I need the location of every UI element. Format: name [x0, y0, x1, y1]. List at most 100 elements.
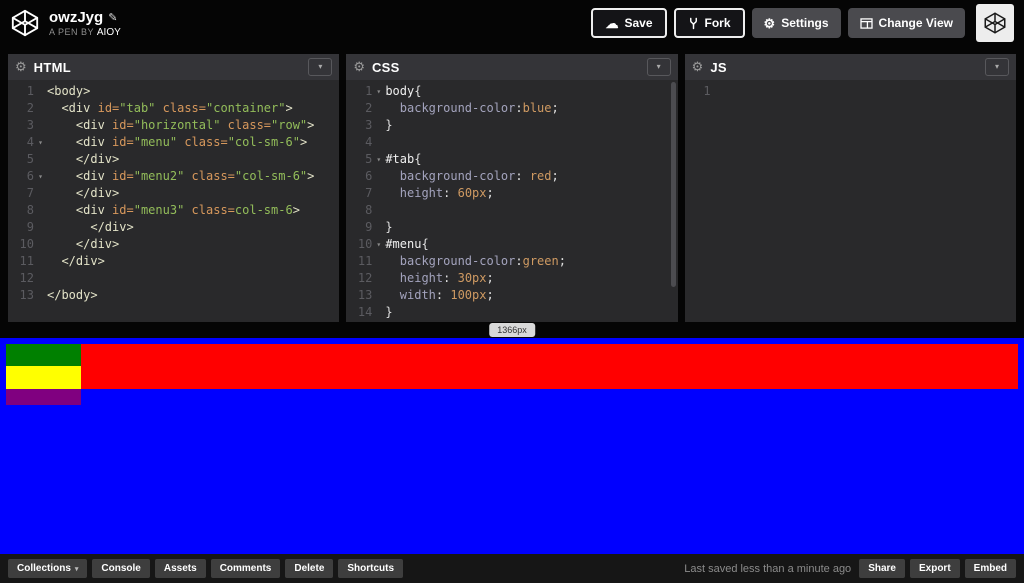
- code-text: </div>: [61, 254, 105, 268]
- line-number: 1: [26, 84, 34, 98]
- code-text: </div>: [75, 237, 120, 251]
- code-text: </div>: [90, 220, 134, 234]
- preview-width-badge: 1366px: [489, 323, 535, 337]
- code-text: <body>: [47, 84, 91, 98]
- edit-title-pencil-icon[interactable]: ✎: [108, 11, 117, 24]
- editor-resize-divider[interactable]: 1366px: [0, 322, 1024, 338]
- code-text: <div id="menu" class="col-sm-6">: [75, 135, 308, 149]
- pen-title: owzJyg: [49, 8, 104, 26]
- gear-icon[interactable]: ⚙: [692, 59, 704, 75]
- layout-view-icon: [859, 17, 873, 29]
- line-number: 14: [357, 305, 373, 319]
- code-line: 7 height: 60px;: [346, 185, 677, 202]
- save-button-label: Save: [624, 16, 653, 30]
- editor-collapse-button[interactable]: ▾: [646, 58, 671, 76]
- footer-bar: Collections ▾ Console Assets Comments Delete S…: [0, 554, 1024, 583]
- line-number: 2: [365, 101, 373, 115]
- footer-button-assets[interactable]: Assets: [154, 559, 206, 578]
- editor-header-css: ⚙ CSS ▾: [346, 54, 678, 80]
- code-line: 1 <body>: [8, 83, 339, 100]
- codepen-cube-icon: [984, 12, 1006, 34]
- code-line: 11 background-color:green;: [346, 253, 677, 270]
- codepen-logo[interactable]: [10, 8, 40, 38]
- change-view-button-label: Change View: [878, 16, 953, 30]
- code-line: 1: [685, 83, 1016, 100]
- code-editor-css[interactable]: 1 ▾ body{2 background-color:blue; 3} 4 5 ▾ #tab…: [346, 80, 677, 322]
- code-text: }: [385, 305, 393, 319]
- fold-arrow-icon[interactable]: ▾: [372, 83, 385, 100]
- footer-button-share[interactable]: Share: [859, 559, 905, 578]
- fold-arrow-icon[interactable]: ▾: [34, 168, 47, 185]
- fold-arrow-icon[interactable]: ▾: [372, 236, 385, 253]
- code-line: 7 </div>: [8, 185, 339, 202]
- footer-button-shortcuts[interactable]: Shortcuts: [338, 559, 404, 578]
- code-line: 13 width: 100px;: [346, 287, 677, 304]
- code-line: 5 </div>: [8, 151, 339, 168]
- footer-button-embed[interactable]: Embed: [964, 559, 1016, 578]
- fold-arrow-icon[interactable]: ▾: [34, 134, 47, 151]
- line-number: 10: [19, 237, 34, 251]
- code-line: 2 background-color:blue;: [346, 100, 677, 117]
- gear-icon[interactable]: ⚙: [15, 59, 27, 75]
- code-line: 13 </body>: [8, 287, 339, 304]
- editor-collapse-button[interactable]: ▾: [984, 58, 1009, 76]
- footer-button-delete[interactable]: Delete: [285, 559, 334, 578]
- code-line: 8: [346, 202, 677, 219]
- preview-tab-bar: [6, 344, 1018, 389]
- editor-collapse-button[interactable]: ▾: [308, 58, 333, 76]
- line-number: 4: [365, 135, 373, 149]
- code-line: 10 ▾ #menu{: [346, 236, 677, 253]
- code-line: 14}: [346, 304, 677, 321]
- pen-title-block: owzJyg ✎ A PEN BY Aioy: [49, 9, 121, 38]
- code-line: 11 </div>: [8, 253, 339, 270]
- code-text: #tab{: [385, 152, 422, 166]
- line-number: 1: [365, 84, 373, 98]
- preview-menu-3: [6, 389, 81, 405]
- footer-button-export[interactable]: Export: [909, 559, 960, 578]
- settings-button[interactable]: ⚙ Settings: [751, 8, 841, 38]
- editor-panel-html: ⚙ HTML ▾ 1 <body> 2 <div id="tab" class="cont…: [8, 54, 340, 322]
- line-number: 6: [365, 169, 373, 183]
- editor-panel-css: ⚙ CSS ▾ 1 ▾ body{2 background-color:blue; 3} 4 5…: [346, 54, 678, 322]
- editor-scrollbar[interactable]: [670, 82, 676, 287]
- line-number: 4: [26, 135, 34, 149]
- footer-button-console[interactable]: Console: [92, 559, 150, 578]
- line-number: 2: [26, 101, 34, 115]
- footer-button-collections[interactable]: Collections ▾: [8, 559, 88, 578]
- code-text: background-color:blue;: [399, 101, 559, 115]
- cloud-icon: ☁: [605, 15, 619, 31]
- fold-arrow-icon[interactable]: ▾: [372, 151, 385, 168]
- code-line: 12: [8, 270, 339, 287]
- gear-icon[interactable]: ⚙: [353, 59, 365, 75]
- save-button[interactable]: ☁ Save: [591, 8, 667, 38]
- code-text: </body>: [47, 288, 98, 302]
- code-line: 2 <div id="tab" class="container">: [8, 100, 339, 117]
- code-editor-html[interactable]: 1 <body> 2 <div id="tab" class="container"…: [8, 80, 339, 322]
- editor-title-html: HTML: [33, 59, 71, 75]
- editor-panel-js: ⚙ JS ▾ 1: [684, 54, 1016, 322]
- code-text: <div id="horizontal" class="row">: [75, 118, 315, 132]
- editor-title-js: JS: [710, 59, 727, 75]
- line-number: 12: [357, 271, 373, 285]
- author-name[interactable]: Aioy: [97, 27, 121, 38]
- preview-body: [0, 338, 1024, 554]
- fork-button[interactable]: Fork: [673, 8, 745, 38]
- code-line: 9 </div>: [8, 219, 339, 236]
- codepen-app: owzJyg ✎ A PEN BY Aioy ☁ Save: [0, 0, 1024, 583]
- codepen-logo-button[interactable]: [976, 4, 1014, 42]
- line-number: 3: [26, 118, 34, 132]
- line-number: 7: [365, 186, 373, 200]
- change-view-button[interactable]: Change View: [847, 8, 965, 38]
- code-line: 1 ▾ body{: [346, 83, 677, 100]
- gear-icon: ⚙: [763, 15, 776, 31]
- save-status: Last saved less than a minute ago: [684, 562, 852, 575]
- editor-header-html: ⚙ HTML ▾: [8, 54, 340, 80]
- code-editor-js[interactable]: 1: [685, 80, 1016, 322]
- code-text: <div id="menu2" class="col-sm-6">: [75, 169, 315, 183]
- header-actions: ☁ Save Fork ⚙ Settings Change View: [591, 4, 1014, 42]
- line-number: 11: [19, 254, 34, 268]
- code-text: width: 100px;: [399, 288, 494, 302]
- preview-menu-1: [6, 344, 81, 366]
- code-text: </div>: [75, 186, 120, 200]
- footer-button-comments[interactable]: Comments: [210, 559, 281, 578]
